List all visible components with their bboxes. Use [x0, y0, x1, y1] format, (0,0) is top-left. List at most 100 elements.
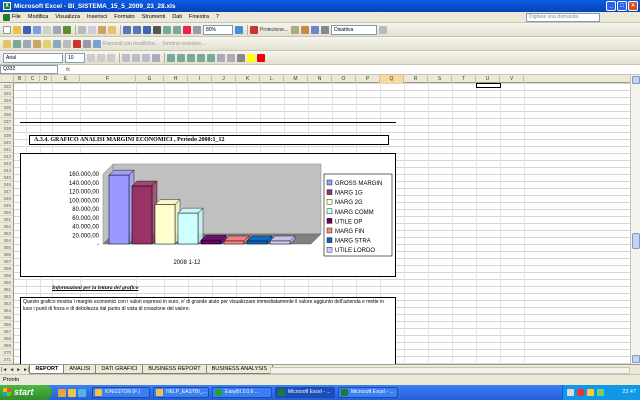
column-header-i[interactable]: I	[188, 75, 212, 83]
row-header-353[interactable]: 353	[0, 230, 13, 237]
copy-icon[interactable]	[88, 25, 96, 34]
horizontal-scrollbar[interactable]	[270, 367, 630, 374]
row-header-338[interactable]: 338	[0, 125, 13, 132]
task-help-easybi[interactable]: HELP_EASYBI_...	[153, 387, 209, 398]
row-header-368[interactable]: 368	[0, 335, 13, 342]
reply-icon[interactable]	[93, 39, 101, 48]
row-header-363[interactable]: 363	[0, 300, 13, 307]
menu-inserisci[interactable]: Inserisci	[87, 14, 107, 20]
sheet-tab-dati-grafici[interactable]: DATI GRAFICI	[95, 365, 144, 374]
row-header-364[interactable]: 364	[0, 307, 13, 314]
italic-icon[interactable]	[97, 53, 105, 62]
hide-icon[interactable]	[63, 39, 71, 48]
row-header-357[interactable]: 357	[0, 258, 13, 265]
column-header-c[interactable]: C	[26, 75, 40, 83]
workbook-icon[interactable]	[3, 13, 10, 21]
row-header-342[interactable]: 342	[0, 153, 13, 160]
row-header-344[interactable]: 344	[0, 167, 13, 174]
chart-wizard-icon[interactable]	[183, 25, 191, 34]
row-header-366[interactable]: 366	[0, 321, 13, 328]
task-easybi[interactable]: EasyBI 2.0.6 ...	[212, 387, 272, 398]
folder-icon[interactable]	[68, 388, 76, 397]
next-sheet-arrow[interactable]: ►	[15, 367, 22, 373]
menu-strumenti[interactable]: Strumenti	[142, 14, 166, 20]
autosum-icon[interactable]	[153, 25, 161, 34]
undo-icon[interactable]	[123, 25, 131, 34]
comment-icon[interactable]	[23, 39, 31, 48]
show-icon[interactable]	[53, 39, 61, 48]
font-size-select[interactable]: 10	[65, 52, 85, 63]
protection-icon[interactable]	[250, 25, 258, 34]
column-header-g[interactable]: G	[136, 75, 164, 83]
open-icon[interactable]	[13, 25, 21, 34]
chart-object[interactable]: 160.000,00 140.000,00 120.000,00 100.000,00…	[20, 153, 396, 277]
protection-button[interactable]: Protezione...	[260, 27, 288, 33]
vb-icon[interactable]	[311, 25, 320, 34]
print-icon[interactable]	[43, 25, 51, 34]
column-header-o[interactable]: O	[332, 75, 356, 83]
column-header-b[interactable]: B	[14, 75, 26, 83]
row-header-358[interactable]: 358	[0, 265, 13, 272]
ie-icon[interactable]	[58, 388, 66, 397]
volume-icon[interactable]	[587, 389, 594, 396]
sort-asc-icon[interactable]	[163, 25, 171, 34]
align-center-icon[interactable]	[132, 53, 140, 62]
menu-file[interactable]: File	[12, 14, 21, 20]
column-header-r[interactable]: R	[404, 75, 428, 83]
vertical-scrollbar[interactable]	[630, 75, 640, 364]
row-header-340[interactable]: 340	[0, 139, 13, 146]
row-header-367[interactable]: 367	[0, 328, 13, 335]
row-header-365[interactable]: 365	[0, 314, 13, 321]
cut-icon[interactable]	[78, 25, 86, 34]
row-header-343[interactable]: 343	[0, 160, 13, 167]
column-header-u[interactable]: U	[476, 75, 500, 83]
menu-finestra[interactable]: Finestra	[189, 14, 209, 20]
drawing-icon[interactable]	[193, 25, 201, 34]
prev-sheet-arrow[interactable]: ◄	[8, 367, 15, 373]
reply-with-changes-button[interactable]: Rispondi con modifiche...	[103, 41, 159, 47]
antivirus-icon[interactable]	[577, 389, 584, 396]
row-header-359[interactable]: 359	[0, 272, 13, 279]
close-button[interactable]: ×	[628, 1, 638, 11]
scroll-up-arrow[interactable]	[632, 76, 640, 84]
bold-icon[interactable]	[87, 53, 95, 62]
macro-icon[interactable]	[301, 25, 310, 34]
row-header-335[interactable]: 335	[0, 104, 13, 111]
mail-icon[interactable]	[83, 39, 91, 48]
font-select[interactable]: Arial	[3, 52, 63, 63]
format-painter-icon[interactable]	[108, 25, 116, 34]
row-header-362[interactable]: 362	[0, 293, 13, 300]
row-header-361[interactable]: 361	[0, 286, 13, 293]
name-box[interactable]: Q332	[0, 65, 58, 74]
column-header-p[interactable]: P	[356, 75, 380, 83]
save-icon[interactable]	[23, 25, 31, 34]
row-header-336[interactable]: 336	[0, 111, 13, 118]
merge-center-icon[interactable]	[152, 53, 160, 62]
menu-dati[interactable]: Dati	[172, 14, 182, 20]
permission-icon[interactable]	[33, 25, 41, 34]
font-color-icon[interactable]	[257, 53, 265, 62]
task-excel-1[interactable]: Microsoft Excel - ...	[275, 387, 335, 398]
highlight-icon[interactable]	[43, 39, 51, 48]
row-header-339[interactable]: 339	[0, 132, 13, 139]
sheet-tab-analisi[interactable]: ANALISI	[63, 365, 97, 374]
row-header-345[interactable]: 345	[0, 174, 13, 181]
borders-icon[interactable]	[237, 53, 245, 62]
sheet-tab-business-report[interactable]: BUSINESS REPORT	[142, 365, 207, 374]
select-all-corner[interactable]	[0, 75, 14, 83]
column-header-j[interactable]: J	[212, 75, 236, 83]
column-header-l[interactable]: L	[260, 75, 284, 83]
sheet-tab-report[interactable]: REPORT	[29, 365, 65, 374]
column-header-e[interactable]: E	[52, 75, 80, 83]
help-search-input[interactable]: Digitare una domanda.	[526, 13, 600, 22]
increase-indent-icon[interactable]	[227, 53, 235, 62]
decrease-decimal-icon[interactable]	[207, 53, 215, 62]
row-header-334[interactable]: 334	[0, 97, 13, 104]
increase-decimal-icon[interactable]	[197, 53, 205, 62]
column-header-q[interactable]: Q	[380, 75, 404, 83]
percent-icon[interactable]	[177, 53, 185, 62]
row-header-369[interactable]: 369	[0, 342, 13, 349]
row-header-346[interactable]: 346	[0, 181, 13, 188]
help-icon[interactable]	[235, 25, 243, 34]
delete-comment-icon[interactable]	[73, 39, 81, 48]
